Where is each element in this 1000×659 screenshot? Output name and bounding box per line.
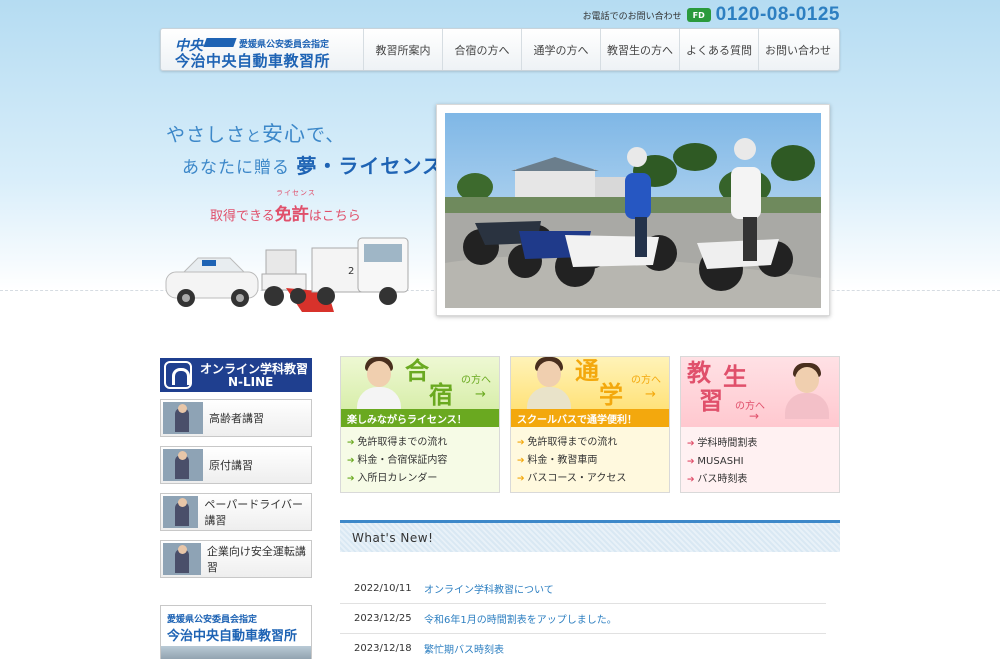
camp-title-2: 宿 bbox=[429, 381, 453, 409]
students-link-bus[interactable]: バス時刻表 bbox=[687, 471, 839, 489]
logo-bar-icon bbox=[203, 38, 237, 47]
students-title-3: 生 bbox=[723, 363, 747, 391]
main-nav: 教習所案内 合宿の方へ 通学の方へ 教習生の方へ よくある質問 お問い合わせ bbox=[363, 29, 837, 70]
news-date: 2023/12/25 bbox=[354, 613, 412, 624]
news-item: 2022/10/11 オンライン学科教習について bbox=[340, 574, 826, 604]
nline-subtitle: N-LINE bbox=[228, 375, 274, 389]
camp-card[interactable]: 合 宿 の方へ → 楽しみながらライセンス！ 免許取得までの流れ 料金・合宿保証… bbox=[340, 356, 500, 493]
news-heading-bar: What's New! bbox=[340, 520, 840, 552]
commute-suffix: の方へ bbox=[631, 375, 661, 386]
students-link-list: 学科時間割表 MUSASHI バス時刻表 bbox=[681, 427, 839, 489]
commute-link-bus[interactable]: バスコース・アクセス bbox=[517, 470, 669, 488]
freedial-icon: FD bbox=[686, 8, 711, 22]
license-cta[interactable]: ライセンス 取得できる免許はこちら bbox=[210, 189, 361, 225]
phone-contact[interactable]: お電話でのお問い合わせ FD 0120-08-0125 bbox=[583, 4, 840, 26]
commute-link-fee[interactable]: 料金・教習車両 bbox=[517, 452, 669, 470]
students-link-timetable[interactable]: 学科時間割表 bbox=[687, 435, 839, 453]
students-card[interactable]: 教 習 生 の方へ → 学科時間割表 MUSASHI バス時刻表 bbox=[680, 356, 840, 493]
cta-part: はこちら bbox=[308, 209, 361, 224]
news-date: 2022/10/11 bbox=[354, 583, 412, 594]
students-person-image bbox=[785, 363, 829, 419]
camp-person-image bbox=[357, 357, 401, 409]
nav-item-students[interactable]: 教習生の方へ bbox=[600, 29, 679, 70]
cta-highlight: 免許 bbox=[274, 205, 309, 225]
sidebar-button-label: 高齢者講習 bbox=[209, 412, 264, 425]
corporate-course-button[interactable]: 企業向け安全運転講習 bbox=[160, 540, 312, 578]
camp-link-list: 免許取得までの流れ 料金・合宿保証内容 入所日カレンダー bbox=[341, 427, 499, 488]
commute-link-list: 免許取得までの流れ 料金・教習車両 バスコース・アクセス bbox=[511, 427, 669, 488]
arrow-right-icon: → bbox=[645, 387, 656, 402]
nline-logo-icon bbox=[164, 361, 192, 389]
camp-link-calendar[interactable]: 入所日カレンダー bbox=[347, 470, 499, 488]
students-title-2: 習 bbox=[699, 387, 723, 415]
news-link[interactable]: 令和6年1月の時間割表をアップしました。 bbox=[424, 611, 617, 626]
news-link[interactable]: 繁忙期バス時刻表 bbox=[424, 641, 504, 656]
cta-part: 取得できる bbox=[210, 209, 275, 224]
news-item: 2023/12/25 令和6年1月の時間割表をアップしました。 bbox=[340, 604, 826, 634]
svg-text:2: 2 bbox=[348, 266, 354, 277]
arrow-right-icon: → bbox=[475, 387, 486, 402]
tagline-part: 安心 bbox=[262, 122, 307, 146]
news-heading: What's New! bbox=[352, 530, 434, 545]
phone-number[interactable]: 0120-08-0125 bbox=[716, 4, 840, 26]
paper-driver-course-button[interactable]: ペーパードライバー講習 bbox=[160, 493, 312, 531]
moped-course-thumbnail bbox=[163, 449, 203, 481]
commute-card[interactable]: 通 学 の方へ → スクールバスで通学便利！ 免許取得までの流れ 料金・教習車両… bbox=[510, 356, 670, 493]
nav-item-commute[interactable]: 通学の方へ bbox=[521, 29, 600, 70]
tagline-highlight: 夢・ライセンス bbox=[296, 154, 444, 178]
tagline-part: やさしさ bbox=[166, 124, 247, 146]
nav-item-about[interactable]: 教習所案内 bbox=[363, 29, 442, 70]
hero-motorcycle-photo bbox=[445, 113, 821, 308]
nav-item-camp[interactable]: 合宿の方へ bbox=[442, 29, 521, 70]
commute-card-band: スクールバスで通学便利！ bbox=[511, 409, 669, 427]
camp-card-header[interactable]: 合 宿 の方へ → bbox=[341, 357, 499, 409]
commute-title-2: 学 bbox=[599, 381, 623, 409]
paper-driver-thumbnail bbox=[163, 496, 199, 528]
news-item: 2023/12/18 繁忙期バス時刻表 bbox=[340, 634, 826, 659]
site-logo[interactable]: 中央 愛媛県公安委員会指定 今治中央自動車教習所 bbox=[167, 33, 357, 70]
camp-suffix: の方へ bbox=[461, 375, 491, 386]
commute-person-image bbox=[527, 357, 571, 409]
sidebar-button-label: 原付講習 bbox=[209, 459, 253, 472]
students-card-header[interactable]: 教 習 生 の方へ → bbox=[681, 357, 839, 427]
tagline-part: で、 bbox=[306, 124, 346, 146]
cta-ruby: ライセンス bbox=[276, 189, 316, 197]
phone-label: お電話でのお問い合わせ bbox=[582, 11, 682, 22]
senior-course-button[interactable]: 高齢者講習 bbox=[160, 399, 312, 437]
logo-subtitle: 愛媛県公安委員会指定 bbox=[239, 40, 330, 50]
nline-banner[interactable]: オンライン学科教習 N-LINE bbox=[160, 358, 312, 392]
camp-link-fee[interactable]: 料金・合宿保証内容 bbox=[347, 452, 499, 470]
students-title-1: 教 bbox=[687, 359, 711, 387]
corporate-course-thumbnail bbox=[163, 543, 201, 575]
camp-title-1: 合 bbox=[405, 357, 429, 385]
header-bar: 中央 愛媛県公安委員会指定 今治中央自動車教習所 教習所案内 合宿の方へ 通学の… bbox=[160, 28, 840, 71]
commute-title-1: 通 bbox=[575, 357, 599, 385]
nav-item-contact[interactable]: お問い合わせ bbox=[758, 29, 837, 70]
banner-photo bbox=[161, 646, 311, 659]
moped-course-button[interactable]: 原付講習 bbox=[160, 446, 312, 484]
news-date: 2023/12/18 bbox=[354, 643, 412, 654]
commute-link-flow[interactable]: 免許取得までの流れ bbox=[517, 434, 669, 452]
vehicles-illustration[interactable]: 2 bbox=[162, 230, 412, 320]
banner-subtitle: 愛媛県公安委員会指定 bbox=[167, 615, 258, 625]
hero-tagline-2: あなたに贈る 夢・ライセンス bbox=[182, 150, 443, 179]
page-container: お電話でのお問い合わせ FD 0120-08-0125 中央 愛媛県公安委員会指… bbox=[160, 0, 840, 659]
nav-item-faq[interactable]: よくある質問 bbox=[679, 29, 758, 70]
commute-card-header[interactable]: 通 学 の方へ → bbox=[511, 357, 669, 409]
hero-photo-frame bbox=[436, 104, 830, 316]
sidebar-button-label: ペーパードライバー講習 bbox=[204, 498, 304, 527]
sidebar-button-label: 企業向け安全運転講習 bbox=[206, 545, 306, 574]
camp-card-band: 楽しみながらライセンス！ bbox=[341, 409, 499, 427]
school-banner[interactable]: 愛媛県公安委員会指定 今治中央自動車教習所 bbox=[160, 605, 312, 659]
students-link-musashi[interactable]: MUSASHI bbox=[687, 453, 839, 471]
tagline-part: あなたに贈る bbox=[182, 158, 297, 178]
news-link[interactable]: オンライン学科教習について bbox=[424, 581, 554, 596]
hero-tagline-1: やさしさと安心で、 bbox=[166, 118, 345, 148]
senior-course-thumbnail bbox=[163, 402, 203, 434]
logo-name: 今治中央自動車教習所 bbox=[175, 52, 331, 70]
camp-link-flow[interactable]: 免許取得までの流れ bbox=[347, 434, 499, 452]
banner-name: 今治中央自動車教習所 bbox=[167, 629, 298, 644]
tagline-part: と bbox=[246, 127, 263, 145]
arrow-right-icon: → bbox=[749, 409, 760, 423]
